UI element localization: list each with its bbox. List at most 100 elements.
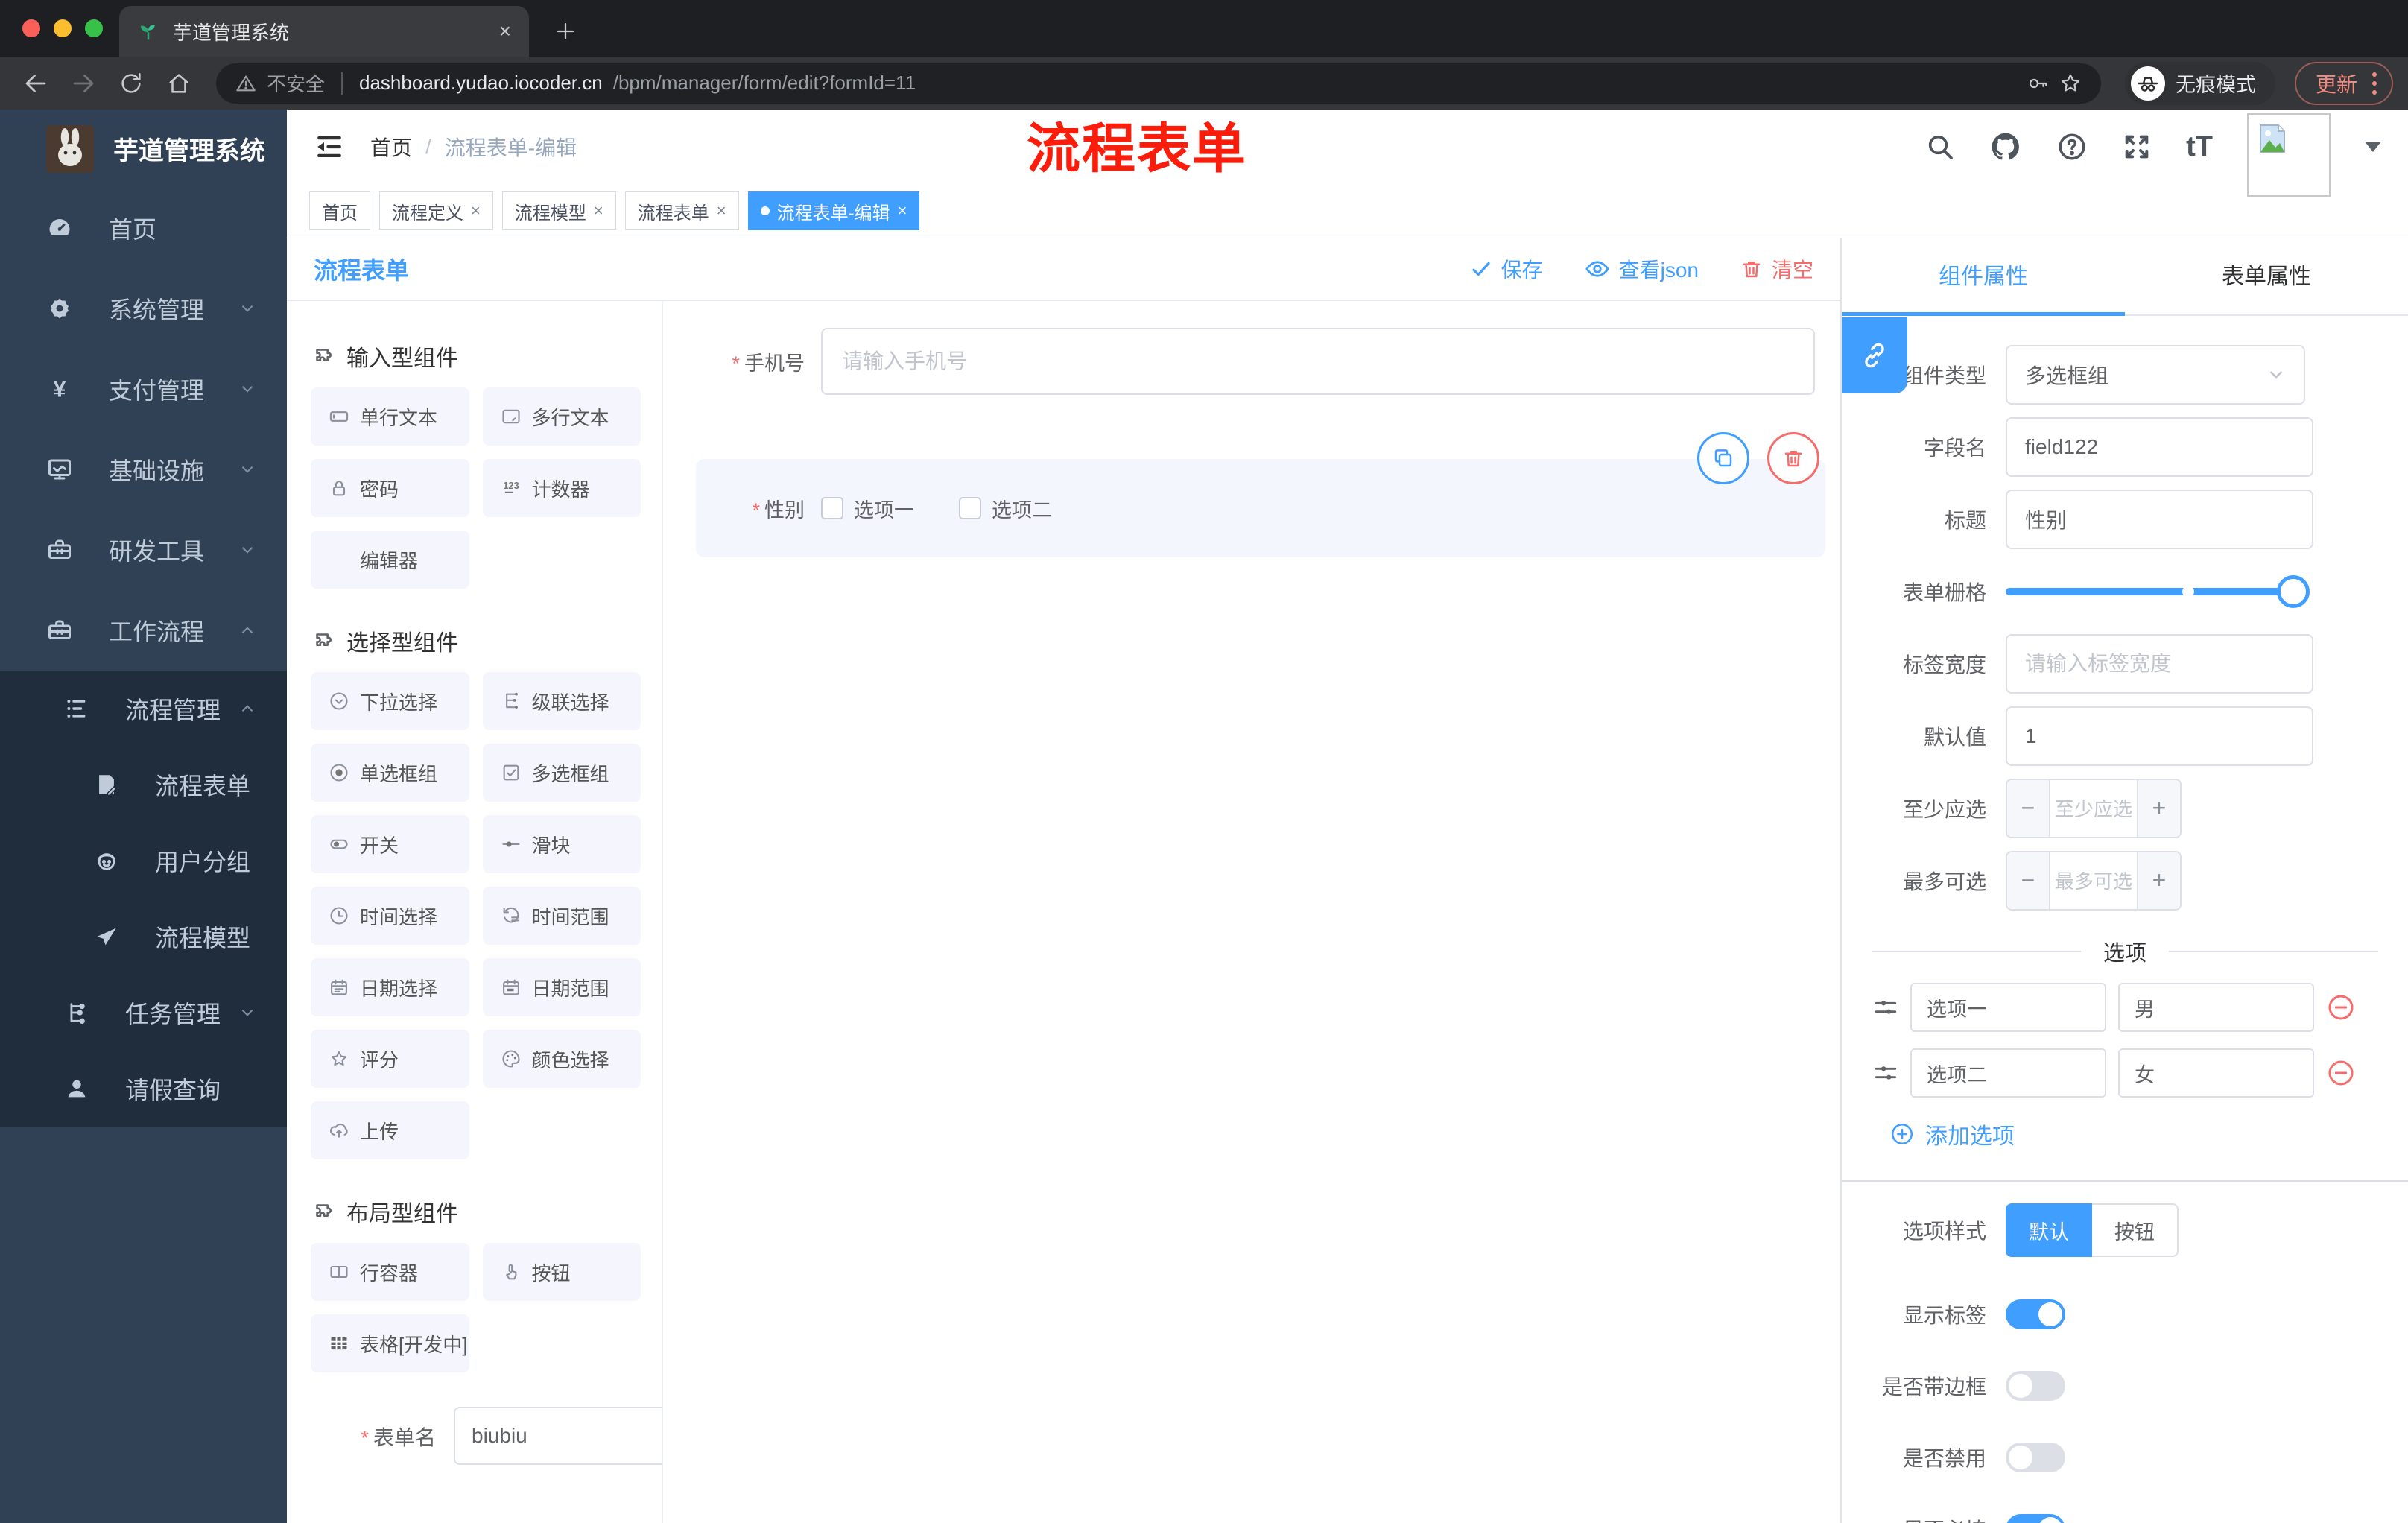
option1-value-input[interactable] [2118,983,2314,1032]
font-size-icon[interactable]: tT [2186,131,2213,163]
plus-button[interactable]: + [2137,852,2180,909]
slider-handle[interactable] [2277,574,2310,608]
canvas-field-phone[interactable]: * 手机号 [696,328,1825,395]
close-icon[interactable]: × [898,201,907,221]
grid-slider[interactable] [2006,574,2310,608]
title-input[interactable] [2006,489,2313,549]
new-tab-button[interactable] [548,13,583,49]
sidebar-item-process-model[interactable]: 流程模型 [0,899,287,975]
palette-item-counter[interactable]: 123 计数器 [482,459,641,517]
palette-item-date-picker[interactable]: 日期选择 [311,958,469,1016]
palette-item-rate[interactable]: 评分 [311,1030,469,1088]
palette-item-time-picker[interactable]: 时间选择 [311,887,469,945]
tag-home[interactable]: 首页 [309,191,370,230]
sidebar-item-home[interactable]: 首页 [0,188,287,268]
palette-item-upload[interactable]: 上传 [311,1101,469,1159]
sidebar-item-payment[interactable]: ¥ 支付管理 [0,349,287,429]
close-icon[interactable]: × [594,201,603,221]
palette-item-table[interactable]: 表格[开发中] [311,1314,469,1372]
save-button[interactable]: 保存 [1470,254,1543,284]
traffic-light-close[interactable] [22,19,40,37]
label-width-input[interactable] [2006,633,2313,694]
sidebar-item-process-management[interactable]: 流程管理 [0,671,287,747]
sidebar-item-task-management[interactable]: 任务管理 [0,975,287,1051]
drag-handle-icon[interactable] [1873,995,1898,1020]
plus-button[interactable]: + [2137,779,2180,837]
remove-option-icon[interactable] [2326,1058,2356,1088]
traffic-light-zoom[interactable] [85,19,103,37]
border-toggle[interactable] [2006,1371,2065,1401]
required-toggle[interactable] [2006,1514,2065,1523]
minus-button[interactable]: − [2007,852,2050,909]
canvas-field-gender-selected[interactable]: * 性别 选项一 选项二 [696,432,1825,557]
sidebar-item-workflow[interactable]: 工作流程 [0,590,287,671]
sidebar-item-devtools[interactable]: 研发工具 [0,510,287,590]
breadcrumb-home[interactable]: 首页 [370,132,412,162]
view-json-button[interactable]: 查看json [1585,254,1699,284]
reload-button[interactable] [110,63,152,104]
style-button-button[interactable]: 按钮 [2092,1203,2179,1257]
help-icon[interactable] [2056,131,2088,162]
palette-item-editor[interactable]: 编辑器 [311,531,469,589]
forward-button[interactable] [63,63,104,104]
data-binding-tag[interactable] [1842,317,1907,393]
option2-value-input[interactable] [2118,1048,2314,1098]
palette-item-single-line-text[interactable]: 单行文本 [311,387,469,446]
delete-field-button[interactable] [1767,432,1819,484]
add-option-button[interactable]: 添加选项 [1842,1106,2408,1150]
palette-item-multi-line-text[interactable]: 多行文本 [482,387,641,446]
gender-checkbox-option2[interactable]: 选项二 [959,494,1052,523]
gender-checkbox-option1[interactable]: 选项一 [821,494,914,523]
home-button[interactable] [158,63,200,104]
show-label-toggle[interactable] [2006,1299,2065,1329]
palette-item-cascader[interactable]: 级联选择 [482,672,641,730]
max-select-stepper[interactable]: − 最多可选 + [2006,850,2182,911]
palette-item-radio-group[interactable]: 单选框组 [311,744,469,802]
min-select-stepper[interactable]: − 至少应选 + [2006,778,2182,838]
min-select-value[interactable]: 至少应选 [2050,779,2137,837]
close-tab-icon[interactable]: × [499,19,511,43]
tag-process-form[interactable]: 流程表单 × [624,191,739,230]
palette-item-switch[interactable]: 开关 [311,815,469,873]
tag-process-definition[interactable]: 流程定义 × [379,191,493,230]
github-icon[interactable] [1989,130,2022,163]
max-select-value[interactable]: 最多可选 [2050,852,2137,909]
close-icon[interactable]: × [471,201,481,221]
close-icon[interactable]: × [717,201,726,221]
palette-item-slider[interactable]: 滑块 [482,815,641,873]
option2-text-input[interactable] [1910,1048,2106,1098]
sidebar-item-leave-query[interactable]: 请假查询 [0,1051,287,1127]
palette-item-color-picker[interactable]: 颜色选择 [482,1030,641,1088]
sidebar-item-user-group[interactable]: 用户分组 [0,823,287,899]
form-canvas[interactable]: * 手机号 请输入手机号 * 性别 选项一 选项二 [663,301,1840,1523]
option1-text-input[interactable] [1910,983,2106,1032]
browser-tab[interactable]: 芋道管理系统 × [119,6,529,57]
remove-option-icon[interactable] [2326,992,2356,1022]
sidebar-item-process-form[interactable]: 流程表单 [0,747,287,823]
avatar[interactable] [2247,113,2331,197]
palette-item-password[interactable]: 密码 [311,459,469,517]
avatar-caret-icon[interactable] [2365,142,2381,152]
drag-handle-icon[interactable] [1873,1060,1898,1086]
palette-item-select[interactable]: 下拉选择 [311,672,469,730]
sidebar-collapse-icon[interactable] [314,131,345,162]
component-type-select[interactable]: 多选框组 [2006,344,2305,405]
palette-item-button[interactable]: 按钮 [482,1243,641,1301]
palette-item-time-range[interactable]: 时间范围 [482,887,641,945]
bookmark-star-icon[interactable] [2059,72,2082,95]
default-value-input[interactable] [2006,706,2313,766]
address-bar[interactable]: 不安全 dashboard.yudao.iocoder.cn/bpm/manag… [216,63,2101,104]
sidebar-item-system[interactable]: 系统管理 [0,268,287,349]
copy-field-button[interactable] [1697,432,1749,484]
field-name-input[interactable] [2006,417,2313,477]
palette-item-checkbox-group[interactable]: 多选框组 [482,744,641,802]
back-button[interactable] [15,63,57,104]
tab-component-props[interactable]: 组件属性 [1842,238,2125,314]
password-key-icon[interactable] [2027,72,2049,95]
tag-process-model[interactable]: 流程模型 × [501,191,616,230]
form-name-input[interactable] [454,1407,662,1465]
fullscreen-icon[interactable] [2122,132,2152,162]
browser-menu-icon[interactable] [2372,72,2377,95]
phone-input[interactable] [821,328,1815,395]
tab-form-props[interactable]: 表单属性 [2125,238,2408,314]
